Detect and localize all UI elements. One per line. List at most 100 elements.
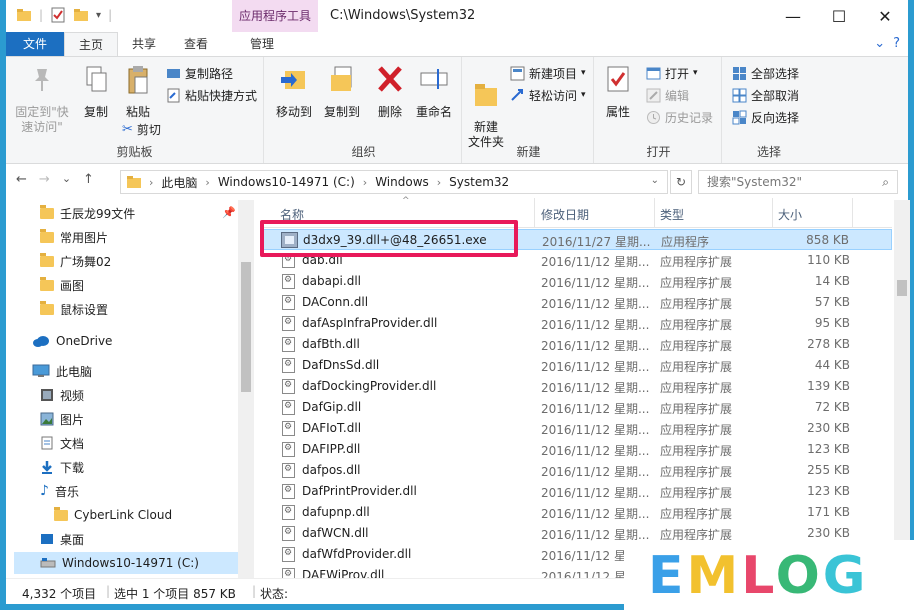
refresh-button[interactable]: ↻ bbox=[670, 170, 692, 194]
new-folder-icon[interactable] bbox=[73, 7, 89, 23]
table-row[interactable]: dafDockingProvider.dll 2016/11/12 星期... 应用… bbox=[262, 376, 892, 397]
tab-home[interactable]: 主页 bbox=[64, 32, 119, 56]
chevron-down-icon[interactable]: ⌄ bbox=[651, 175, 659, 186]
properties-button[interactable]: 属性 bbox=[600, 63, 636, 120]
nav-item-desktop[interactable]: 桌面 bbox=[40, 528, 84, 550]
tab-view[interactable]: 查看 bbox=[170, 32, 222, 56]
column-divider[interactable] bbox=[654, 198, 655, 228]
easy-access-button[interactable]: 轻松访问 ▾ bbox=[510, 85, 586, 105]
nav-item-documents[interactable]: 文档 bbox=[40, 432, 84, 454]
table-row[interactable]: DAConn.dll 2016/11/12 星期... 应用程序扩展 57 KB bbox=[262, 292, 892, 313]
nav-item-pictures[interactable]: 图片 bbox=[40, 408, 84, 430]
breadcrumb-separator[interactable]: › bbox=[363, 176, 367, 189]
breadcrumb-separator[interactable]: › bbox=[205, 176, 209, 189]
paste-shortcut-icon bbox=[167, 88, 180, 102]
nav-item-videos[interactable]: 视频 bbox=[40, 384, 84, 406]
breadcrumb-drive[interactable]: Windows10-14971 (C:) bbox=[218, 175, 355, 189]
select-all-button[interactable]: 全部选择 bbox=[732, 63, 799, 83]
breadcrumb-separator[interactable]: › bbox=[437, 176, 441, 189]
pin-icon[interactable]: 📌 bbox=[222, 206, 236, 219]
breadcrumb-windows[interactable]: Windows bbox=[375, 175, 429, 189]
maximize-button[interactable]: ☐ bbox=[816, 0, 862, 32]
nav-item-downloads[interactable]: 下载 bbox=[40, 456, 84, 478]
column-size[interactable]: 大小 bbox=[778, 206, 802, 223]
copy-button[interactable]: 复制 bbox=[76, 63, 116, 120]
tab-share[interactable]: 共享 bbox=[118, 32, 170, 56]
file-date: 2016/11/12 星期... bbox=[541, 423, 650, 437]
forward-arrow-icon[interactable]: → bbox=[39, 172, 50, 187]
help-icon[interactable]: ? bbox=[893, 36, 900, 51]
nav-item-quick-1[interactable]: 壬辰龙99文件 bbox=[40, 202, 135, 224]
edit-button[interactable]: 编辑 bbox=[646, 85, 689, 105]
table-row[interactable]: dafAspInfraProvider.dll 2016/11/12 星期... 应… bbox=[262, 313, 892, 334]
file-list-scrollbar[interactable] bbox=[894, 200, 910, 578]
folder-icon[interactable] bbox=[16, 7, 32, 23]
file-date: 2016/11/12 星期... bbox=[541, 402, 650, 416]
copy-to-button[interactable]: 复制到 bbox=[320, 63, 364, 120]
nav-label: OneDrive bbox=[56, 334, 113, 348]
open-button[interactable]: 打开 ▾ bbox=[646, 63, 698, 83]
column-divider[interactable] bbox=[852, 198, 853, 228]
table-row[interactable]: DafDnsSd.dll 2016/11/12 星期... 应用程序扩展 44 KB bbox=[262, 355, 892, 376]
table-row[interactable]: dafpos.dll 2016/11/12 星期... 应用程序扩展 255 KB bbox=[262, 460, 892, 481]
history-button[interactable]: 历史记录 bbox=[646, 107, 713, 127]
back-arrow-icon[interactable]: ← bbox=[16, 172, 27, 187]
minimize-button[interactable]: — bbox=[770, 0, 816, 32]
cut-button[interactable]: ✂ 剪切 bbox=[122, 119, 161, 139]
table-row[interactable]: dabapi.dll 2016/11/12 星期... 应用程序扩展 14 KB bbox=[262, 271, 892, 292]
pin-quick-access-button[interactable]: 固定到"快速访问" bbox=[12, 63, 72, 135]
invert-selection-button[interactable]: 反向选择 bbox=[732, 107, 799, 127]
tab-file[interactable]: 文件 bbox=[6, 32, 64, 56]
table-row[interactable]: DafPrintProvider.dll 2016/11/12 星期... 应用程序… bbox=[262, 481, 892, 502]
file-date: 2016/11/12 星期... bbox=[541, 360, 650, 374]
nav-item-drive-c[interactable]: Windows10-14971 (C:) bbox=[14, 552, 240, 574]
table-row[interactable]: DafGip.dll 2016/11/12 星期... 应用程序扩展 72 KB bbox=[262, 397, 892, 418]
paste-button[interactable]: 粘贴 bbox=[118, 63, 158, 120]
table-row[interactable]: dafBth.dll 2016/11/12 星期... 应用程序扩展 278 KB bbox=[262, 334, 892, 355]
select-none-button[interactable]: 全部取消 bbox=[732, 85, 799, 105]
properties-icon[interactable] bbox=[50, 7, 66, 23]
context-tab-app-tools[interactable]: 应用程序工具 bbox=[232, 0, 318, 32]
tab-manage[interactable]: 管理 bbox=[236, 32, 288, 56]
table-row[interactable]: dafupnp.dll 2016/11/12 星期... 应用程序扩展 171 KB bbox=[262, 502, 892, 523]
nav-item-this-pc[interactable]: 此电脑 bbox=[32, 360, 92, 382]
new-item-button[interactable]: 新建项目 ▾ bbox=[510, 63, 586, 83]
nav-item-quick-2[interactable]: 常用图片 bbox=[40, 226, 108, 248]
column-type[interactable]: 类型 bbox=[660, 206, 684, 223]
nav-item-music[interactable]: ♪ 音乐 bbox=[40, 480, 79, 502]
group-clipboard: 固定到"快速访问" 复制 粘贴 复制路径 粘贴快捷方式 ✂ 剪切 剪贴板 bbox=[6, 57, 264, 163]
video-icon bbox=[41, 389, 53, 401]
scrollbar-thumb[interactable] bbox=[241, 262, 251, 392]
nav-item-cyberlink-cloud[interactable]: CyberLink Cloud bbox=[54, 504, 172, 526]
chevron-down-icon: ▾ bbox=[693, 68, 698, 78]
close-button[interactable]: ✕ bbox=[862, 0, 908, 32]
rename-label: 重命名 bbox=[415, 105, 452, 119]
column-divider[interactable] bbox=[534, 198, 535, 228]
column-date[interactable]: 修改日期 bbox=[541, 206, 589, 223]
column-divider[interactable] bbox=[772, 198, 773, 228]
delete-button[interactable]: 删除 bbox=[372, 63, 408, 120]
address-bar[interactable]: › 此电脑 › Windows10-14971 (C:) › Windows ›… bbox=[120, 170, 668, 194]
table-row[interactable]: DAFIPP.dll 2016/11/12 星期... 应用程序扩展 123 KB bbox=[262, 439, 892, 460]
nav-item-onedrive[interactable]: OneDrive bbox=[32, 330, 112, 352]
nav-item-quick-3[interactable]: 广场舞02 bbox=[40, 250, 111, 272]
recent-locations-icon[interactable]: ⌄ bbox=[62, 172, 71, 187]
properties-icon bbox=[607, 66, 629, 92]
table-row[interactable]: DAFIoT.dll 2016/11/12 星期... 应用程序扩展 230 KB bbox=[262, 418, 892, 439]
up-arrow-icon[interactable]: ↑ bbox=[83, 172, 94, 187]
scrollbar-thumb[interactable] bbox=[897, 280, 907, 296]
dll-file-icon bbox=[282, 547, 295, 562]
chevron-down-icon[interactable]: ⌄ bbox=[874, 36, 885, 51]
move-to-button[interactable]: 移动到 bbox=[272, 63, 316, 120]
copy-path-button[interactable]: 复制路径 bbox=[166, 63, 233, 83]
paste-shortcut-button[interactable]: 粘贴快捷方式 bbox=[166, 85, 257, 105]
rename-button[interactable]: 重命名 bbox=[412, 63, 456, 120]
nav-item-quick-5[interactable]: 鼠标设置 bbox=[40, 298, 108, 320]
nav-item-quick-4[interactable]: 画图 bbox=[40, 274, 84, 296]
breadcrumb-this-pc[interactable]: 此电脑 bbox=[161, 174, 197, 191]
nav-pane-scrollbar[interactable] bbox=[238, 200, 254, 578]
breadcrumb-system32[interactable]: System32 bbox=[449, 175, 509, 189]
search-icon[interactable]: ⌕ bbox=[882, 171, 889, 193]
search-input[interactable]: 搜索"System32" ⌕ bbox=[698, 170, 898, 194]
customize-qat-icon[interactable]: ▾ bbox=[96, 10, 101, 21]
